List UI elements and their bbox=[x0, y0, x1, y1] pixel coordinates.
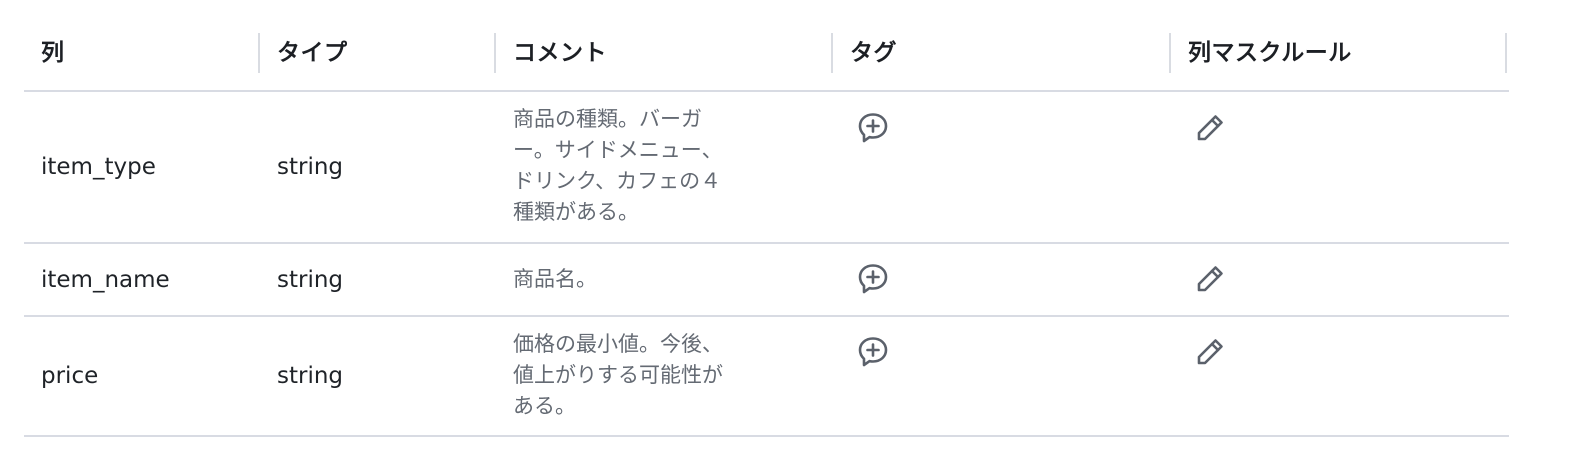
column-type: string bbox=[277, 154, 344, 180]
comment-line: 商品名。 bbox=[513, 267, 597, 291]
edit-mask-rule-button[interactable] bbox=[1192, 261, 1228, 297]
comment-line: 価格の最小値。今後、 bbox=[513, 332, 723, 356]
comment-plus-icon bbox=[858, 337, 888, 367]
table-row: price string 価格の最小値。今後、 値上がりする可能性が ある。 bbox=[24, 317, 1509, 437]
column-resize-handle[interactable] bbox=[494, 33, 496, 73]
column-type: string bbox=[277, 363, 344, 389]
header-tag[interactable]: タグ bbox=[850, 33, 897, 73]
comment-plus-icon bbox=[858, 264, 888, 294]
columns-table: 列 タイプ コメント タグ 列マスクルール item_type string 商… bbox=[24, 33, 1509, 437]
comment-line: 値上がりする可能性が bbox=[513, 363, 723, 387]
column-resize-handle[interactable] bbox=[258, 33, 260, 73]
column-resize-handle[interactable] bbox=[1169, 33, 1171, 73]
comment-plus-icon bbox=[858, 113, 888, 143]
comment-line: 商品の種類。バーガ bbox=[513, 107, 702, 131]
column-comment[interactable]: 商品名。 bbox=[513, 264, 773, 295]
column-name: price bbox=[41, 363, 99, 389]
table-row: item_type string 商品の種類。バーガ ー。サイドメニュー、 ドリ… bbox=[24, 92, 1509, 244]
comment-line: ある。 bbox=[513, 394, 576, 418]
comment-line: 種類がある。 bbox=[513, 200, 639, 224]
header-mask-rule[interactable]: 列マスクルール bbox=[1188, 33, 1352, 73]
comment-line: ー。サイドメニュー、 bbox=[513, 138, 723, 162]
column-type: string bbox=[277, 266, 344, 293]
column-comment[interactable]: 商品の種類。バーガ ー。サイドメニュー、 ドリンク、カフェの４ 種類がある。 bbox=[513, 104, 773, 228]
header-type[interactable]: タイプ bbox=[277, 33, 348, 73]
column-name: item_type bbox=[41, 154, 156, 180]
column-comment[interactable]: 価格の最小値。今後、 値上がりする可能性が ある。 bbox=[513, 329, 773, 422]
pencil-icon bbox=[1197, 115, 1223, 141]
table-header: 列 タイプ コメント タグ 列マスクルール bbox=[24, 33, 1509, 92]
edit-mask-rule-button[interactable] bbox=[1192, 110, 1228, 146]
add-tag-button[interactable] bbox=[855, 261, 891, 297]
table-row: item_name string 商品名。 bbox=[24, 244, 1509, 317]
header-comment[interactable]: コメント bbox=[513, 33, 607, 73]
edit-mask-rule-button[interactable] bbox=[1192, 334, 1228, 370]
pencil-icon bbox=[1197, 266, 1223, 292]
add-tag-button[interactable] bbox=[855, 110, 891, 146]
comment-line: ドリンク、カフェの４ bbox=[513, 169, 722, 193]
column-resize-handle[interactable] bbox=[831, 33, 833, 73]
column-name: item_name bbox=[41, 266, 170, 293]
pencil-icon bbox=[1197, 339, 1223, 365]
add-tag-button[interactable] bbox=[855, 334, 891, 370]
column-resize-handle[interactable] bbox=[1505, 33, 1507, 73]
header-column[interactable]: 列 bbox=[41, 33, 65, 73]
